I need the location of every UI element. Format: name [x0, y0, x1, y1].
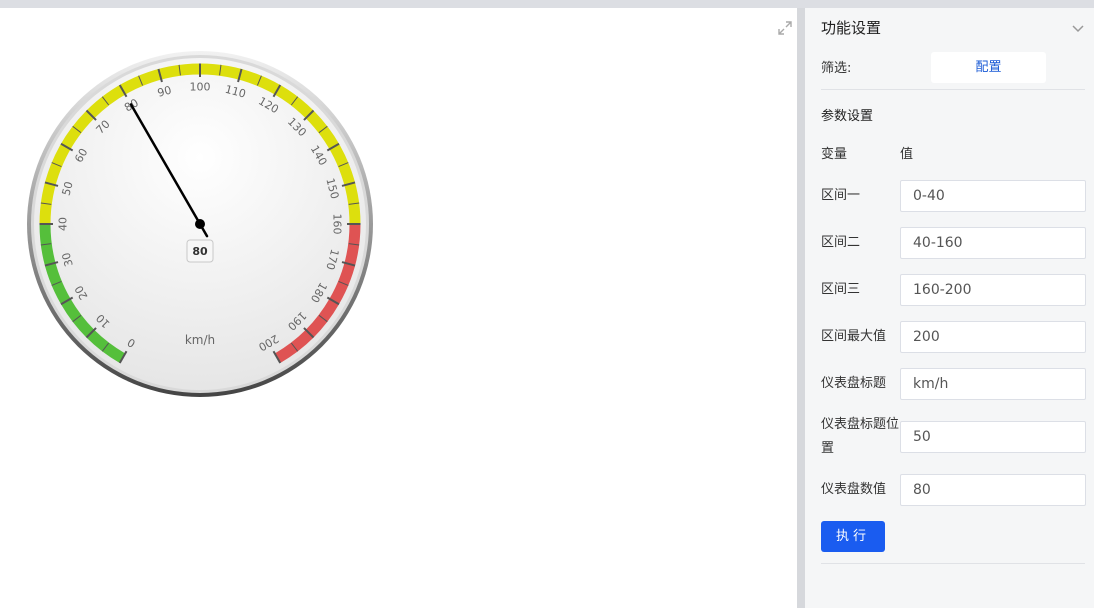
- row-label-value: 仪表盘数值: [821, 482, 887, 497]
- value-input[interactable]: 80: [900, 474, 1086, 506]
- value-label: 80: [192, 245, 208, 258]
- panel-title: 功能设置: [821, 19, 882, 37]
- gauge-title: km/h: [185, 333, 215, 347]
- row-label-range2: 区间二: [821, 235, 861, 250]
- panel-divider[interactable]: [797, 8, 805, 608]
- top-strip: [0, 0, 1094, 8]
- filter-label: 筛选:: [821, 61, 852, 76]
- column-value: 值: [900, 147, 914, 162]
- panel-header[interactable]: 功能设置: [821, 17, 1085, 41]
- row-label-title-position: 仪表盘标题位置: [821, 417, 900, 456]
- settings-panel: 功能设置 筛选: 配置 参数设置 变量 值 区间一 0-40 区间二 40-16…: [805, 8, 1094, 608]
- chevron-down-icon[interactable]: [1071, 21, 1085, 35]
- gauge-tick-label: 100: [190, 81, 211, 94]
- range2-input[interactable]: 40-160: [900, 227, 1086, 259]
- column-variable: 变量: [821, 147, 848, 162]
- run-button[interactable]: 执行: [821, 521, 885, 552]
- row-label-max: 区间最大值: [821, 329, 887, 344]
- gauge-tick-label: 160: [331, 214, 344, 235]
- range1-input[interactable]: 0-40: [900, 180, 1086, 212]
- title-position-input[interactable]: 50: [900, 421, 1086, 453]
- row-label-title: 仪表盘标题: [821, 376, 887, 391]
- range3-input[interactable]: 160-200: [900, 274, 1086, 306]
- config-button[interactable]: 配置: [931, 52, 1046, 83]
- divider: [821, 89, 1085, 90]
- speed-gauge: 0102030405060708090100110120130140150160…: [27, 51, 373, 397]
- params-title: 参数设置: [821, 109, 874, 124]
- needle-pivot: [195, 219, 205, 229]
- gauge-tick-label: 40: [57, 217, 70, 231]
- title-input[interactable]: km/h: [900, 368, 1086, 400]
- row-label-range3: 区间三: [821, 282, 861, 297]
- max-input[interactable]: 200: [900, 321, 1086, 353]
- chart-canvas: 0102030405060708090100110120130140150160…: [0, 8, 797, 608]
- row-label-range1: 区间一: [821, 188, 861, 203]
- divider: [821, 563, 1085, 564]
- expand-icon[interactable]: [777, 20, 793, 36]
